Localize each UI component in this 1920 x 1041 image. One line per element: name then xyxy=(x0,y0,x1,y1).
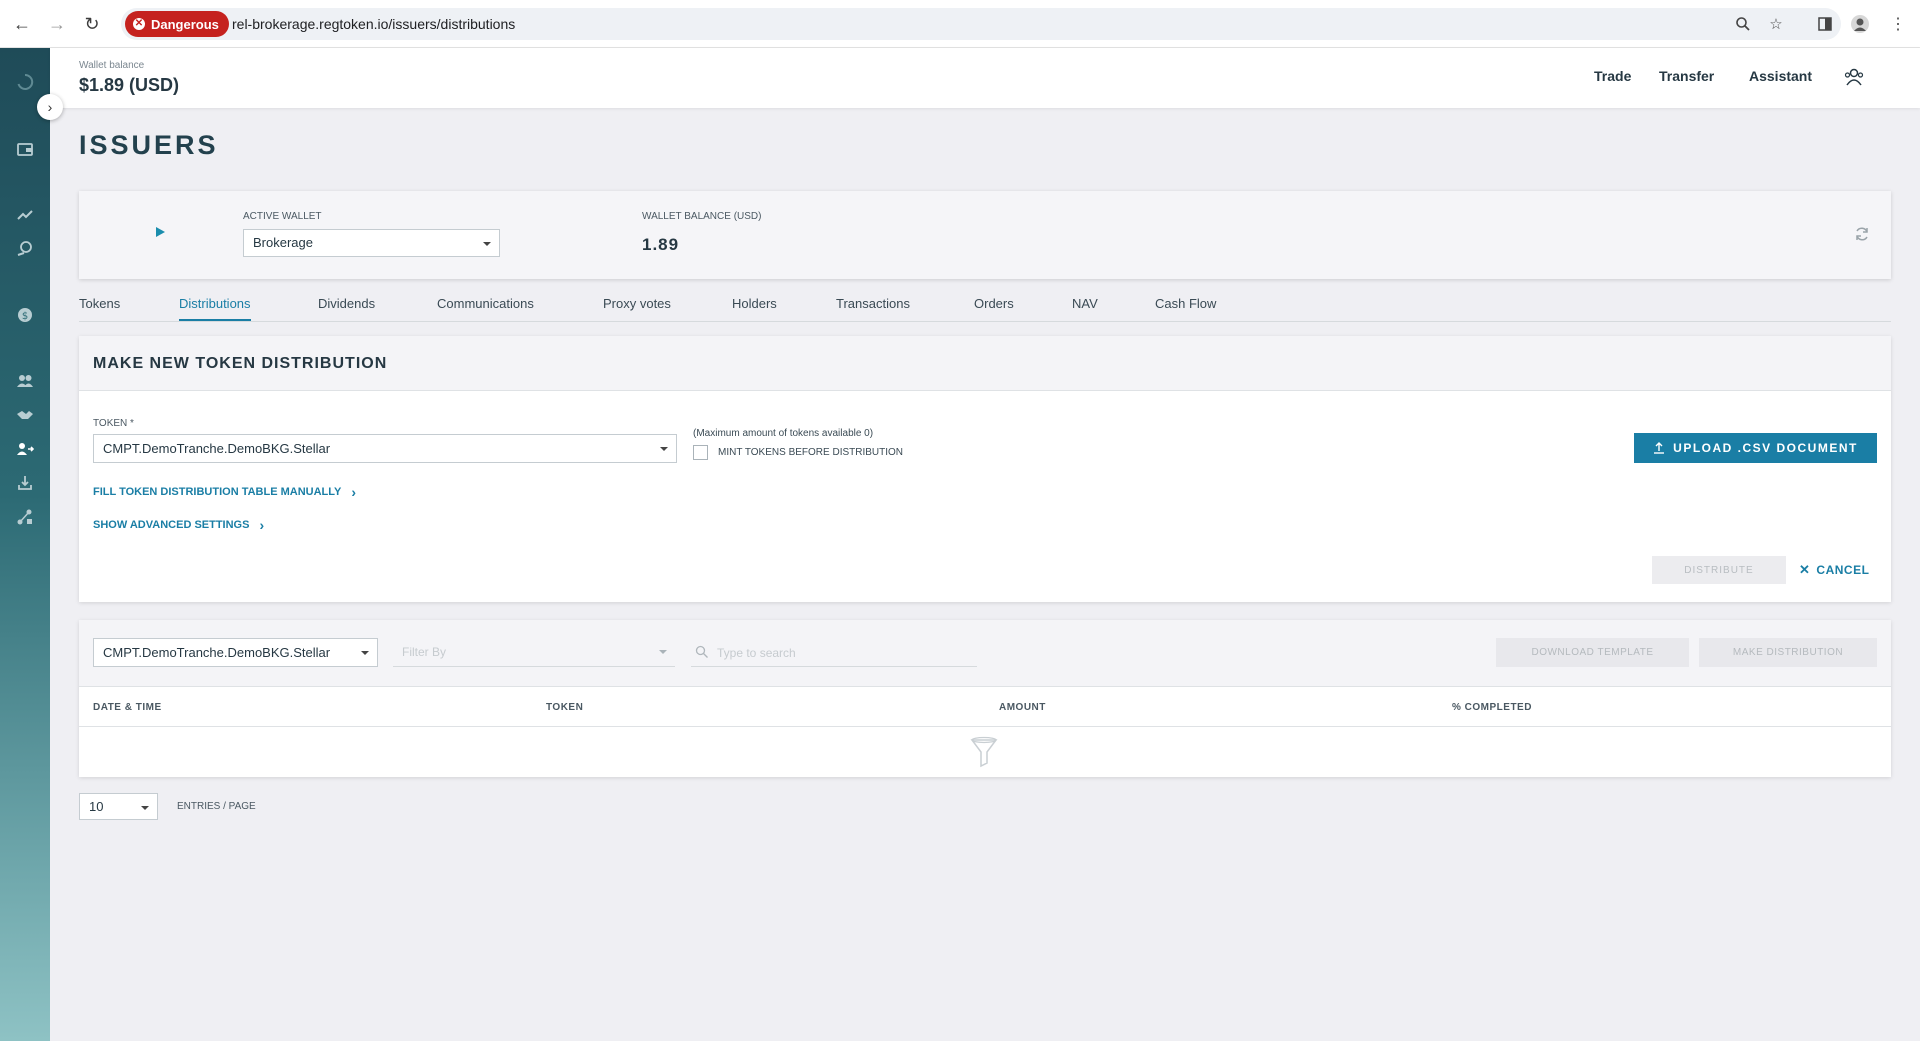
reload-icon[interactable]: ↻ xyxy=(80,12,104,36)
refresh-icon[interactable] xyxy=(1854,226,1870,242)
token-select[interactable]: CMPT.DemoTranche.DemoBKG.Stellar xyxy=(93,434,677,463)
search-box xyxy=(691,638,977,667)
user-group-icon[interactable] xyxy=(1843,66,1865,88)
tab-tokens[interactable]: Tokens xyxy=(79,296,120,319)
mint-tokens-label: MINT TOKENS BEFORE DISTRIBUTION xyxy=(718,447,904,458)
wallet-balance-label: Wallet balance xyxy=(79,60,145,71)
download-template-button[interactable]: DOWNLOAD TEMPLATE xyxy=(1496,638,1689,667)
chevron-down-icon xyxy=(361,651,369,655)
token-label: TOKEN * xyxy=(93,418,134,429)
loading-icon[interactable] xyxy=(13,70,37,94)
distributions-table: CMPT.DemoTranche.DemoBKG.Stellar Filter … xyxy=(79,620,1891,777)
column-header-token[interactable]: TOKEN xyxy=(546,702,583,713)
advanced-settings-link[interactable]: SHOW ADVANCED SETTINGS › xyxy=(93,517,264,533)
table-header: DATE & TIME TOKEN AMOUNT % COMPLETED xyxy=(79,686,1891,727)
trend-chart-icon[interactable] xyxy=(13,203,37,227)
tab-dividends[interactable]: Dividends xyxy=(318,296,375,319)
forward-icon[interactable]: → xyxy=(45,12,69,36)
token-filter-select[interactable]: CMPT.DemoTranche.DemoBKG.Stellar xyxy=(93,638,378,667)
handshake-icon[interactable] xyxy=(13,403,37,427)
app-header: Wallet balance $1.89 (USD) Trade Transfe… xyxy=(50,48,1920,108)
wallet-balance-value: $1.89 (USD) xyxy=(79,75,180,95)
tab-distributions[interactable]: Distributions xyxy=(179,296,251,321)
chevron-down-icon xyxy=(660,447,668,451)
tab-transactions[interactable]: Transactions xyxy=(836,296,910,319)
tab-proxy-votes[interactable]: Proxy votes xyxy=(603,296,671,319)
app-sidebar: $ xyxy=(0,48,50,1041)
close-icon: ✕ xyxy=(1799,562,1811,577)
side-panel-icon[interactable] xyxy=(1813,12,1837,36)
distribute-button[interactable]: DISTRIBUTE xyxy=(1652,556,1786,584)
tab-holders[interactable]: Holders xyxy=(732,296,777,319)
wallet-icon[interactable] xyxy=(13,137,37,161)
browser-menu-icon[interactable]: ⋮ xyxy=(1886,12,1910,36)
entries-per-page-label: ENTRIES / PAGE xyxy=(177,801,256,812)
chevron-down-icon xyxy=(141,806,149,810)
mint-tokens-checkbox[interactable] xyxy=(693,445,708,460)
wallet-balance-usd-label: WALLET BALANCE (USD) xyxy=(642,211,762,222)
bookmark-star-icon[interactable]: ☆ xyxy=(1766,14,1786,34)
distribution-form-header: MAKE NEW TOKEN DISTRIBUTION xyxy=(79,336,1891,391)
profile-avatar[interactable] xyxy=(1848,12,1872,36)
tab-cash-flow[interactable]: Cash Flow xyxy=(1155,296,1216,319)
user-transfer-icon[interactable] xyxy=(13,437,37,461)
trade-link[interactable]: Trade xyxy=(1594,68,1631,84)
svg-text:$: $ xyxy=(22,311,28,322)
fill-manually-link[interactable]: FILL TOKEN DISTRIBUTION TABLE MANUALLY › xyxy=(93,484,356,500)
wallet-balance-usd-value: 1.89 xyxy=(642,235,680,254)
column-header-percent-completed[interactable]: % COMPLETED xyxy=(1452,702,1532,713)
filter-by-select[interactable]: Filter By xyxy=(393,638,675,667)
security-chip[interactable]: ✕ Dangerous xyxy=(125,11,229,37)
page-title: ISSUERS xyxy=(79,130,219,160)
distribution-form: MAKE NEW TOKEN DISTRIBUTION TOKEN * CMPT… xyxy=(79,336,1891,602)
issuer-tabs: Tokens Distributions Dividends Communica… xyxy=(79,294,1891,322)
nodes-icon[interactable] xyxy=(13,505,37,529)
danger-icon: ✕ xyxy=(133,18,145,30)
table-toolbar: CMPT.DemoTranche.DemoBKG.Stellar Filter … xyxy=(79,620,1891,686)
upload-icon xyxy=(1654,442,1665,454)
page-size-select[interactable]: 10 xyxy=(79,793,158,820)
chevron-down-icon xyxy=(483,242,491,246)
browser-toolbar: ← → ↻ ✕ Dangerous rel-brokerage.regtoken… xyxy=(0,0,1920,48)
assistant-link[interactable]: Assistant xyxy=(1749,68,1812,84)
cancel-button[interactable]: ✕ CANCEL xyxy=(1799,562,1869,578)
url-text[interactable]: rel-brokerage.regtoken.io/issuers/distri… xyxy=(232,16,515,32)
chevron-down-icon xyxy=(659,650,667,654)
upload-csv-button[interactable]: UPLOAD .CSV DOCUMENT xyxy=(1634,433,1877,463)
back-icon[interactable]: ← xyxy=(10,12,34,36)
distribution-form-title: MAKE NEW TOKEN DISTRIBUTION xyxy=(93,355,388,372)
address-bar[interactable]: ✕ Dangerous rel-brokerage.regtoken.io/is… xyxy=(121,8,1841,40)
active-wallet-select[interactable]: Brokerage xyxy=(243,229,500,257)
active-wallet-label: ACTIVE WALLET xyxy=(243,211,322,222)
make-distribution-button[interactable]: MAKE DISTRIBUTION xyxy=(1699,638,1877,667)
users-icon[interactable] xyxy=(13,369,37,393)
chevron-right-icon: › xyxy=(351,484,356,500)
empty-funnel-icon xyxy=(969,736,999,768)
column-header-date-time[interactable]: DATE & TIME xyxy=(93,702,162,713)
play-icon[interactable] xyxy=(156,227,165,237)
search-icon xyxy=(695,645,708,658)
dollar-coin-icon[interactable]: $ xyxy=(13,303,37,327)
tab-communications[interactable]: Communications xyxy=(437,296,534,319)
tab-nav[interactable]: NAV xyxy=(1072,296,1098,319)
sidebar-expand-button[interactable]: › xyxy=(37,94,63,120)
zoom-icon[interactable] xyxy=(1733,14,1753,34)
tab-orders[interactable]: Orders xyxy=(974,296,1014,319)
max-tokens-note: (Maximum amount of tokens available 0) xyxy=(693,428,874,439)
chevron-right-icon: › xyxy=(259,517,265,533)
search-input[interactable] xyxy=(717,643,967,663)
column-header-amount[interactable]: AMOUNT xyxy=(999,702,1046,713)
transfer-link[interactable]: Transfer xyxy=(1659,68,1714,84)
money-hand-icon[interactable] xyxy=(13,237,37,261)
download-tray-icon[interactable] xyxy=(13,471,37,495)
wallet-card: ACTIVE WALLET Brokerage WALLET BALANCE (… xyxy=(79,191,1891,279)
